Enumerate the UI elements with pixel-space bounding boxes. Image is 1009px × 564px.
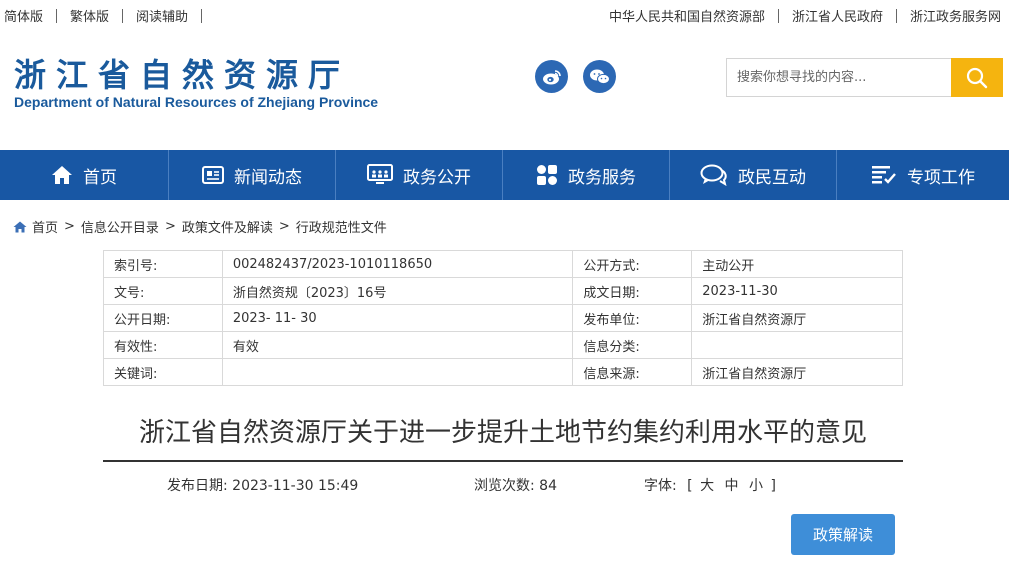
font-size-switcher: 字体: [ 大 中 小 ] [644, 475, 776, 495]
nav-item-home[interactable]: 首页 [0, 150, 169, 200]
table-row: 文号: 浙自然资规〔2023〕16号 成文日期: 2023-11-30 [103, 277, 903, 305]
bracket-open: [ [687, 478, 693, 494]
meta-label: 关键词: [103, 358, 223, 386]
service-network-link[interactable]: 浙江政务服务网 [910, 6, 1001, 25]
nav-item-label: 新闻动态 [234, 167, 302, 188]
nav-item-government-affairs[interactable]: 政务公开 [336, 150, 503, 200]
table-row: 公开日期: 2023- 11- 30 发布单位: 浙江省自然资源厅 [103, 304, 903, 332]
breadcrumb-separator: > [164, 219, 176, 234]
meta-label: 公开方式: [572, 250, 693, 278]
breadcrumb-separator: > [278, 219, 290, 234]
publish-date: 发布日期: 2023-11-30 15:49 [167, 478, 359, 494]
meta-label: 信息来源: [572, 358, 693, 386]
top-right-links: 中华人民共和国自然资源部 浙江省人民政府 浙江政务服务网 [609, 6, 1001, 25]
breadcrumb-catalog[interactable]: 信息公开目录 [81, 217, 159, 236]
wechat-icon[interactable] [583, 60, 616, 93]
site-title-cn[interactable]: 浙江省自然资源厅 [14, 50, 350, 96]
top-left-links: 简体版 繁体版 阅读辅助 [4, 6, 215, 25]
meta-value: 浙江省自然资源厅 [691, 304, 903, 332]
divider [895, 8, 897, 23]
list-icon [872, 166, 896, 184]
nav-item-news[interactable]: 新闻动态 [169, 150, 336, 200]
meta-value: 主动公开 [691, 250, 903, 278]
search-input[interactable] [726, 58, 951, 97]
reading-aid-link[interactable]: 阅读辅助 [136, 6, 188, 25]
search-button[interactable] [951, 58, 1003, 97]
search-icon [966, 67, 988, 88]
monitor-icon [367, 164, 393, 184]
meta-label: 公开日期: [103, 304, 223, 332]
meta-value: 浙江省自然资源厅 [691, 358, 903, 386]
bracket-close: ] [770, 478, 776, 494]
main-nav: 首页 新闻动态 政务公开 政务服务 政民互动 专项工作 [0, 150, 1009, 200]
breadcrumb-separator: > [64, 219, 75, 234]
home-icon [52, 166, 72, 184]
meta-label: 文号: [103, 277, 223, 305]
meta-value [221, 358, 574, 386]
view-count: 浏览次数: 84 [474, 478, 557, 494]
breadcrumb-policy-files[interactable]: 政策文件及解读 [182, 217, 273, 236]
font-size-small[interactable]: 小 [749, 478, 763, 494]
divider [122, 8, 124, 23]
divider [201, 8, 203, 23]
nav-item-label: 政务服务 [568, 167, 636, 188]
meta-label: 信息分类: [572, 331, 693, 359]
meta-value [691, 331, 903, 359]
chat-icon [700, 164, 727, 186]
breadcrumb-normative-files[interactable]: 行政规范性文件 [296, 217, 387, 236]
meta-value: 2023-11-30 [691, 277, 903, 305]
divider [56, 8, 58, 23]
title-divider [103, 460, 903, 462]
document-meta-table: 索引号: 002482437/2023-1010118650 公开方式: 主动公… [103, 250, 903, 386]
meta-value: 浙自然资规〔2023〕16号 [221, 277, 574, 305]
site-title-en[interactable]: Department of Natural Resources of Zheji… [14, 94, 378, 110]
top-utility-bar: 简体版 繁体版 阅读辅助 中华人民共和国自然资源部 浙江省人民政府 浙江政务服务… [0, 0, 1009, 28]
nav-item-special-work[interactable]: 专项工作 [837, 150, 1009, 200]
meta-value: 002482437/2023-1010118650 [221, 250, 574, 278]
font-size-large[interactable]: 大 [700, 478, 714, 494]
nav-item-label: 政务公开 [403, 167, 471, 188]
weibo-icon[interactable] [535, 60, 568, 93]
table-row: 关键词: 信息来源: 浙江省自然资源厅 [103, 358, 903, 386]
font-size-medium[interactable]: 中 [725, 478, 739, 494]
breadcrumb-home[interactable]: 首页 [32, 217, 58, 236]
table-row: 索引号: 002482437/2023-1010118650 公开方式: 主动公… [103, 250, 903, 278]
nav-item-label: 首页 [83, 167, 117, 188]
meta-label: 索引号: [103, 250, 223, 278]
news-icon [202, 166, 224, 184]
traditional-chinese-link[interactable]: 繁体版 [70, 6, 109, 25]
document-title: 浙江省自然资源厅关于进一步提升土地节约集约利用水平的意见 [138, 418, 867, 448]
simplified-chinese-link[interactable]: 简体版 [4, 6, 43, 25]
breadcrumb: 首页 > 信息公开目录 > 政策文件及解读 > 行政规范性文件 [13, 217, 387, 236]
font-size-label: 字体: [644, 478, 677, 494]
policy-interpretation-button[interactable]: 政策解读 [791, 514, 895, 555]
meta-value: 有效 [221, 331, 574, 359]
nav-item-public-interaction[interactable]: 政民互动 [670, 150, 837, 200]
provincial-government-link[interactable]: 浙江省人民政府 [792, 6, 883, 25]
nav-item-label: 政民互动 [738, 167, 806, 188]
ministry-link[interactable]: 中华人民共和国自然资源部 [609, 6, 765, 25]
home-icon [13, 221, 27, 232]
meta-label: 成文日期: [572, 277, 693, 305]
divider [777, 8, 779, 23]
meta-value: 2023- 11- 30 [221, 304, 574, 332]
nav-item-label: 专项工作 [907, 167, 975, 188]
meta-label: 有效性: [103, 331, 223, 359]
meta-label: 发布单位: [572, 304, 693, 332]
table-row: 有效性: 有效 信息分类: [103, 331, 903, 359]
nav-item-government-services[interactable]: 政务服务 [503, 150, 670, 200]
grid-icon [537, 165, 557, 185]
